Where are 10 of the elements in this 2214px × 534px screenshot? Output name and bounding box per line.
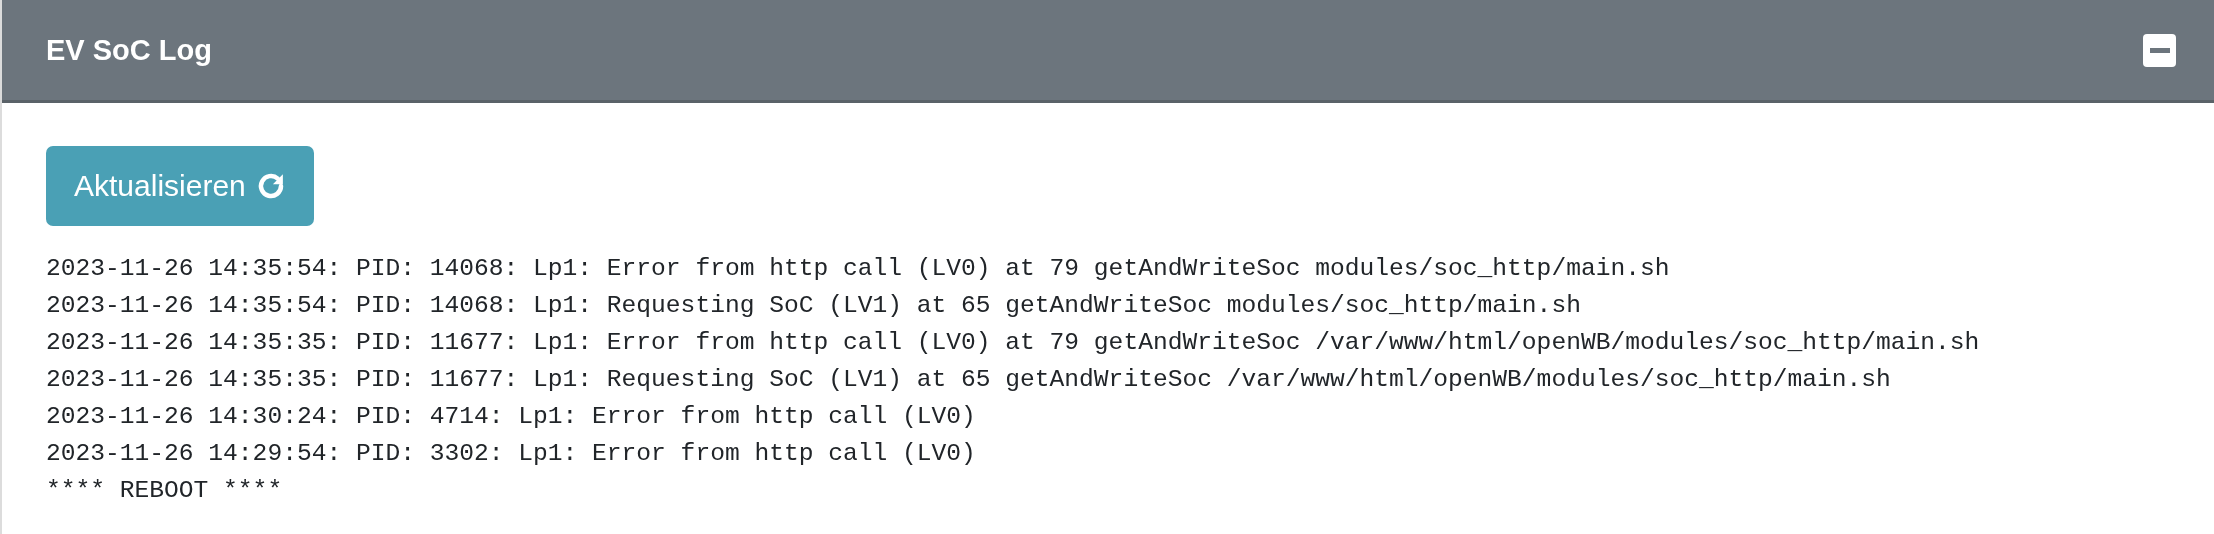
- refresh-button[interactable]: Aktualisieren: [46, 146, 314, 226]
- log-line: 2023-11-26 14:35:54: PID: 14068: Lp1: Error from http call (LV0) at 79 getAndWriteSoc modules/soc_http/main.sh: [46, 254, 1670, 284]
- collapse-button[interactable]: [2143, 33, 2176, 67]
- log-line: **** REBOOT ****: [46, 476, 283, 506]
- card-title: EV SoC Log: [46, 33, 212, 67]
- log-line: 2023-11-26 14:35:35: PID: 11677: Lp1: Error from http call (LV0) at 79 getAndWriteSoc /var/www/html/openWB/modules/soc_http/main.sh: [46, 328, 1980, 358]
- log-line: 2023-11-26 14:30:24: PID: 4714: Lp1: Error from http call (LV0): [46, 402, 976, 432]
- log-line: 2023-11-26 14:29:54: PID: 3302: Lp1: Error from http call (LV0): [46, 439, 976, 469]
- log-line: 2023-11-26 14:35:35: PID: 11677: Lp1: Requesting SoC (LV1) at 65 getAndWriteSoc /var/www/html/openWB/modules/soc_http/main.sh: [46, 365, 1891, 395]
- log-line: 2023-11-26 14:35:54: PID: 14068: Lp1: Requesting SoC (LV1) at 65 getAndWriteSoc modules/soc_http/main.sh: [46, 291, 1581, 321]
